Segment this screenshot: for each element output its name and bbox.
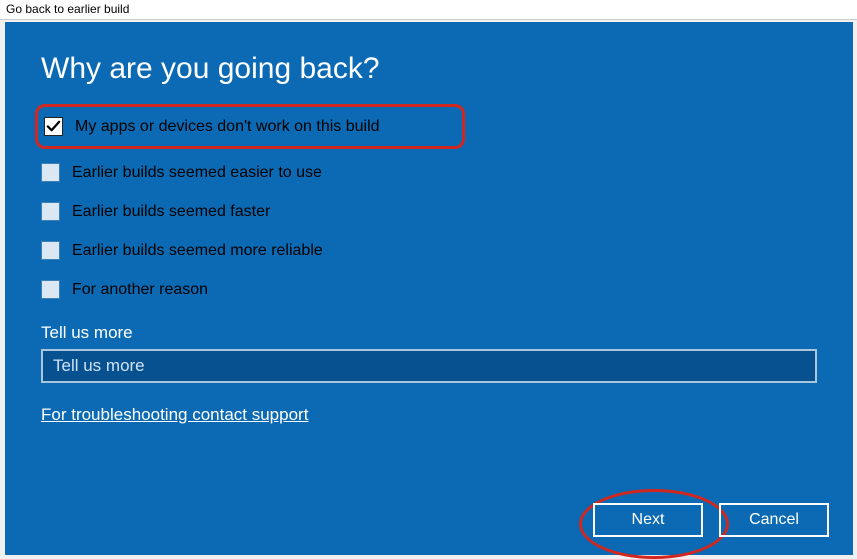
option-label: For another reason	[72, 281, 208, 299]
checkbox-easier[interactable]	[41, 163, 60, 182]
checkbox-reliable[interactable]	[41, 241, 60, 260]
options-list: My apps or devices don't work on this bu…	[41, 104, 817, 299]
option-label: My apps or devices don't work on this bu…	[75, 118, 380, 136]
option-label: Earlier builds seemed easier to use	[72, 164, 322, 182]
highlight-annotation-1: My apps or devices don't work on this bu…	[35, 104, 465, 149]
checkbox-apps-devices[interactable]	[44, 117, 63, 136]
option-label: Earlier builds seemed more reliable	[72, 242, 323, 260]
option-faster[interactable]: Earlier builds seemed faster	[41, 202, 817, 221]
button-row: Next Cancel	[593, 503, 829, 537]
tell-us-more-label: Tell us more	[41, 323, 817, 343]
option-label: Earlier builds seemed faster	[72, 203, 270, 221]
cancel-button[interactable]: Cancel	[719, 503, 829, 537]
check-icon	[46, 119, 61, 134]
next-button[interactable]: Next	[593, 503, 703, 537]
checkbox-faster[interactable]	[41, 202, 60, 221]
option-reliable[interactable]: Earlier builds seemed more reliable	[41, 241, 817, 260]
window-titlebar: Go back to earlier build	[0, 0, 857, 20]
tell-us-more-input[interactable]	[41, 349, 817, 383]
option-apps-devices[interactable]: My apps or devices don't work on this bu…	[44, 117, 450, 136]
troubleshooting-link[interactable]: For troubleshooting contact support	[41, 405, 308, 425]
page-heading: Why are you going back?	[41, 52, 817, 86]
checkbox-another-reason[interactable]	[41, 280, 60, 299]
window-title: Go back to earlier build	[6, 2, 129, 16]
option-another-reason[interactable]: For another reason	[41, 280, 817, 299]
main-panel: Why are you going back? My apps or devic…	[5, 22, 853, 555]
option-easier[interactable]: Earlier builds seemed easier to use	[41, 163, 817, 182]
